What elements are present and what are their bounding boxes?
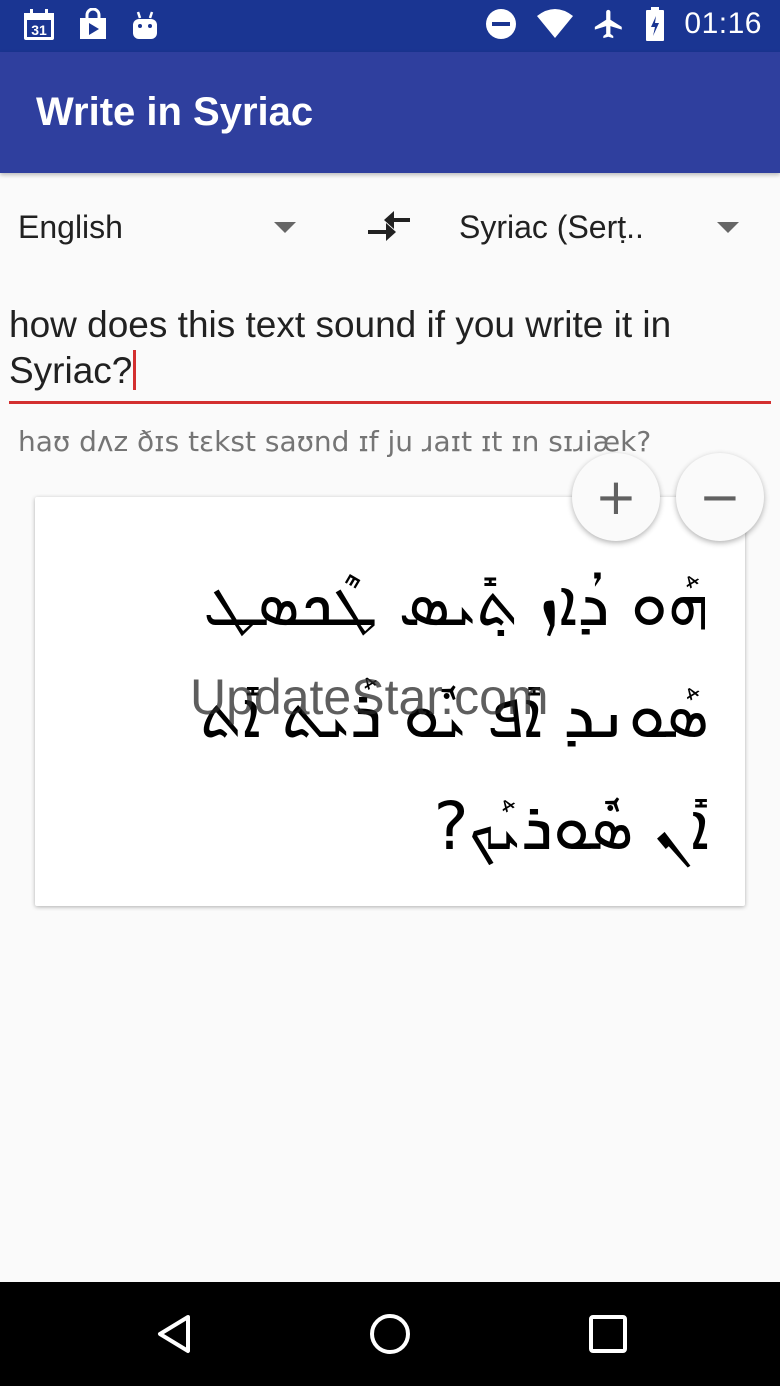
source-language-label: English	[18, 208, 123, 245]
navigation-bar	[0, 1282, 780, 1386]
back-button[interactable]	[152, 1312, 196, 1356]
recents-icon	[589, 1315, 627, 1353]
dropdown-arrow-icon	[717, 222, 739, 233]
dropdown-arrow-icon	[274, 222, 296, 233]
watermark: UpdateStar.com	[190, 669, 549, 725]
minus-icon: −	[699, 468, 741, 526]
zoom-in-button[interactable]: +	[572, 453, 660, 541]
home-button[interactable]	[368, 1312, 412, 1356]
app-bar: Write in Syriac	[0, 52, 780, 173]
calendar-icon: 31	[22, 8, 56, 42]
status-time: 01:16	[684, 7, 762, 40]
text-cursor	[133, 350, 137, 390]
target-language-dropdown[interactable]: Syriac (Serṭ..	[459, 192, 749, 262]
wifi-icon	[536, 8, 574, 40]
play-store-icon	[76, 8, 110, 42]
airplane-icon	[592, 7, 626, 41]
text-input[interactable]: how does this text sound if you write it…	[9, 302, 771, 394]
recents-button[interactable]	[586, 1312, 630, 1356]
language-row: English Syriac (Serṭ..	[0, 192, 780, 262]
source-language-dropdown[interactable]: English	[18, 192, 308, 262]
plus-icon: +	[595, 468, 637, 526]
input-underline	[9, 401, 771, 404]
app-title: Write in Syriac	[36, 90, 314, 134]
swap-languages-button[interactable]	[364, 206, 416, 246]
android-icon	[130, 9, 160, 41]
status-bar: 31 01:16	[0, 0, 780, 52]
phonetic-transcription: haʊ dʌz ðɪs tɛkst saʊnd ɪf ju ɹaɪt ɪt ɪn…	[18, 425, 652, 458]
zoom-out-button[interactable]: −	[676, 453, 764, 541]
svg-text:31: 31	[31, 22, 47, 38]
home-icon	[370, 1314, 410, 1354]
back-icon	[158, 1315, 190, 1353]
swap-arrows-icon	[368, 211, 410, 241]
battery-icon	[644, 6, 666, 42]
target-language-label: Syriac (Serṭ..	[459, 208, 644, 245]
do-not-disturb-icon	[484, 7, 518, 41]
text-input-value: how does this text sound if you write it…	[9, 304, 672, 391]
